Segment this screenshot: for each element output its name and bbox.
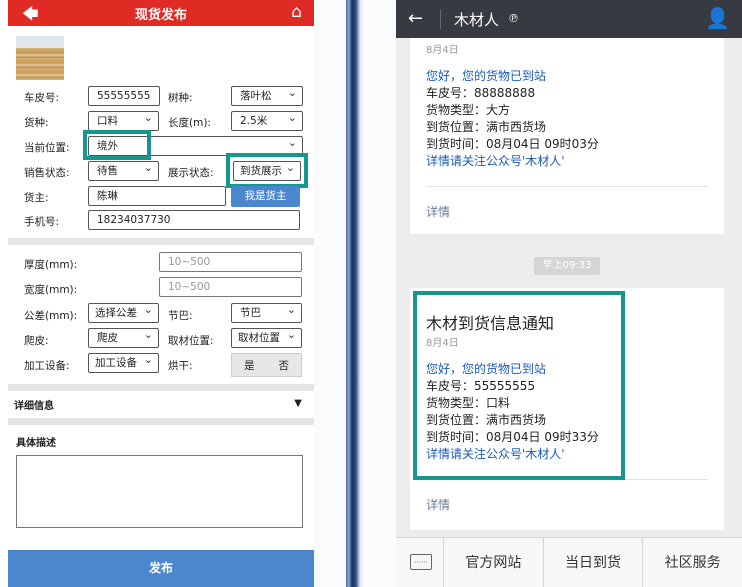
location-label: 当前位置: bbox=[24, 142, 70, 154]
message-greeting: 您好，您的货物已到站 bbox=[426, 69, 547, 83]
length-label: 长度(m): bbox=[168, 117, 211, 129]
dry-label: 烘干: bbox=[168, 360, 193, 372]
account-name: 木材人 bbox=[454, 11, 500, 29]
knot-select[interactable]: 节巴 bbox=[231, 303, 302, 323]
length-select[interactable]: 2.5米 bbox=[231, 111, 303, 131]
chat-footer-menu: ⋯⋯ 官方网站 当日到货 社区服务 bbox=[396, 537, 742, 587]
user-icon[interactable]: 👤 bbox=[705, 6, 730, 30]
publish-header: 🡄 现货发布 ⌂ bbox=[8, 0, 314, 26]
chat-header: ← 木材人 ℗ 👤 bbox=[396, 0, 742, 38]
tolerance-label: 公差(mm): bbox=[24, 310, 78, 322]
chat-screen: ← 木材人 ℗ 👤 8月4日 您好，您的货物已到站 车皮号：88888888 货… bbox=[364, 0, 742, 587]
display-status-highlight bbox=[226, 153, 308, 188]
tolerance-select[interactable]: 选择公差 bbox=[88, 303, 159, 323]
thickness-label: 厚度(mm): bbox=[24, 259, 78, 271]
width-label: 宽度(mm): bbox=[24, 284, 78, 296]
menu-community-service[interactable]: 社区服务 bbox=[643, 538, 742, 587]
peel-select[interactable]: 爬皮 bbox=[88, 328, 159, 348]
keyboard-icon: ⋯⋯ bbox=[410, 554, 432, 570]
notice-highlight bbox=[413, 291, 625, 480]
description-label: 具体描述 bbox=[16, 438, 56, 449]
message-details-link[interactable]: 详情 bbox=[426, 496, 450, 513]
plate-label: 车皮号: bbox=[24, 92, 60, 104]
dry-toggle[interactable]: 是 否 bbox=[231, 353, 302, 377]
message-date: 8月4日 bbox=[426, 45, 459, 56]
sample-position-select[interactable]: 取材位置 bbox=[231, 328, 302, 348]
message-details-link[interactable]: 详情 bbox=[426, 203, 450, 220]
menu-today-arrivals[interactable]: 当日到货 bbox=[544, 538, 644, 587]
caret-down-icon: ▼ bbox=[294, 398, 302, 409]
details-label: 详细信息 bbox=[14, 401, 54, 412]
species-label: 树种: bbox=[168, 92, 193, 104]
species-select[interactable]: 落叶松 bbox=[231, 86, 303, 106]
section-divider bbox=[8, 238, 314, 245]
message-goods-type: 货物类型：大方 bbox=[426, 103, 511, 117]
knot-label: 节巴: bbox=[168, 310, 193, 322]
dry-yes-option[interactable]: 是 bbox=[244, 358, 255, 373]
sample-position-label: 取材位置: bbox=[168, 335, 214, 347]
sale-status-select[interactable]: 待售 bbox=[88, 161, 159, 181]
keyboard-toggle[interactable]: ⋯⋯ bbox=[396, 538, 444, 587]
side-gap bbox=[364, 0, 396, 587]
message-divider bbox=[426, 186, 708, 187]
message-follow: 详情请关注公众号'木材人' bbox=[426, 154, 565, 168]
i-am-owner-button[interactable]: 我是货主 bbox=[231, 186, 300, 207]
back-arrow-icon[interactable]: ← bbox=[408, 8, 423, 29]
product-photo[interactable] bbox=[16, 36, 64, 80]
phone-input[interactable]: 18234037730 bbox=[88, 210, 300, 230]
message-card-1[interactable]: 8月4日 您好，您的货物已到站 车皮号：88888888 货物类型：大方 到货位… bbox=[410, 38, 724, 234]
message-plate: 车皮号：88888888 bbox=[426, 86, 536, 100]
header-separator bbox=[440, 9, 441, 29]
publish-form-screen: 🡄 现货发布 ⌂ 车皮号: 55555555 树种: 落叶松 货种: 口料 长度… bbox=[0, 0, 314, 587]
equipment-select[interactable]: 加工设备 bbox=[88, 353, 159, 373]
type-select[interactable]: 口料 bbox=[88, 111, 159, 131]
description-textarea[interactable] bbox=[16, 455, 303, 528]
section-divider bbox=[8, 384, 314, 391]
home-icon[interactable]: ⌂ bbox=[291, 2, 302, 22]
type-label: 货种: bbox=[24, 117, 49, 129]
peel-label: 爬皮: bbox=[24, 335, 49, 347]
window-divider bbox=[314, 0, 364, 587]
phone-label: 手机号: bbox=[24, 216, 60, 228]
equipment-label: 加工设备: bbox=[24, 360, 70, 372]
timestamp: 早上09:33 bbox=[534, 257, 600, 275]
section-divider bbox=[8, 418, 314, 425]
message-location: 到货位置：满市西货场 bbox=[426, 120, 547, 134]
owner-label: 货主: bbox=[24, 192, 49, 204]
dry-no-option[interactable]: 否 bbox=[279, 358, 290, 373]
display-status-label: 展示状态: bbox=[168, 167, 214, 179]
owner-input[interactable]: 陈琳 bbox=[88, 186, 226, 206]
verified-icon: ℗ bbox=[508, 12, 519, 25]
width-input[interactable]: 10~500 bbox=[159, 277, 302, 297]
sale-status-label: 销售状态: bbox=[24, 167, 70, 179]
details-expander[interactable]: 详细信息 ▼ bbox=[8, 392, 314, 416]
location-highlight bbox=[83, 130, 151, 160]
plate-input[interactable]: 55555555 bbox=[88, 86, 160, 106]
thickness-input[interactable]: 10~500 bbox=[159, 252, 302, 272]
publish-button[interactable]: 发布 bbox=[8, 550, 314, 587]
page-title: 现货发布 bbox=[134, 8, 187, 23]
message-time: 到货时间：08月04日 09时03分 bbox=[426, 137, 599, 151]
menu-official-site[interactable]: 官方网站 bbox=[444, 538, 544, 587]
